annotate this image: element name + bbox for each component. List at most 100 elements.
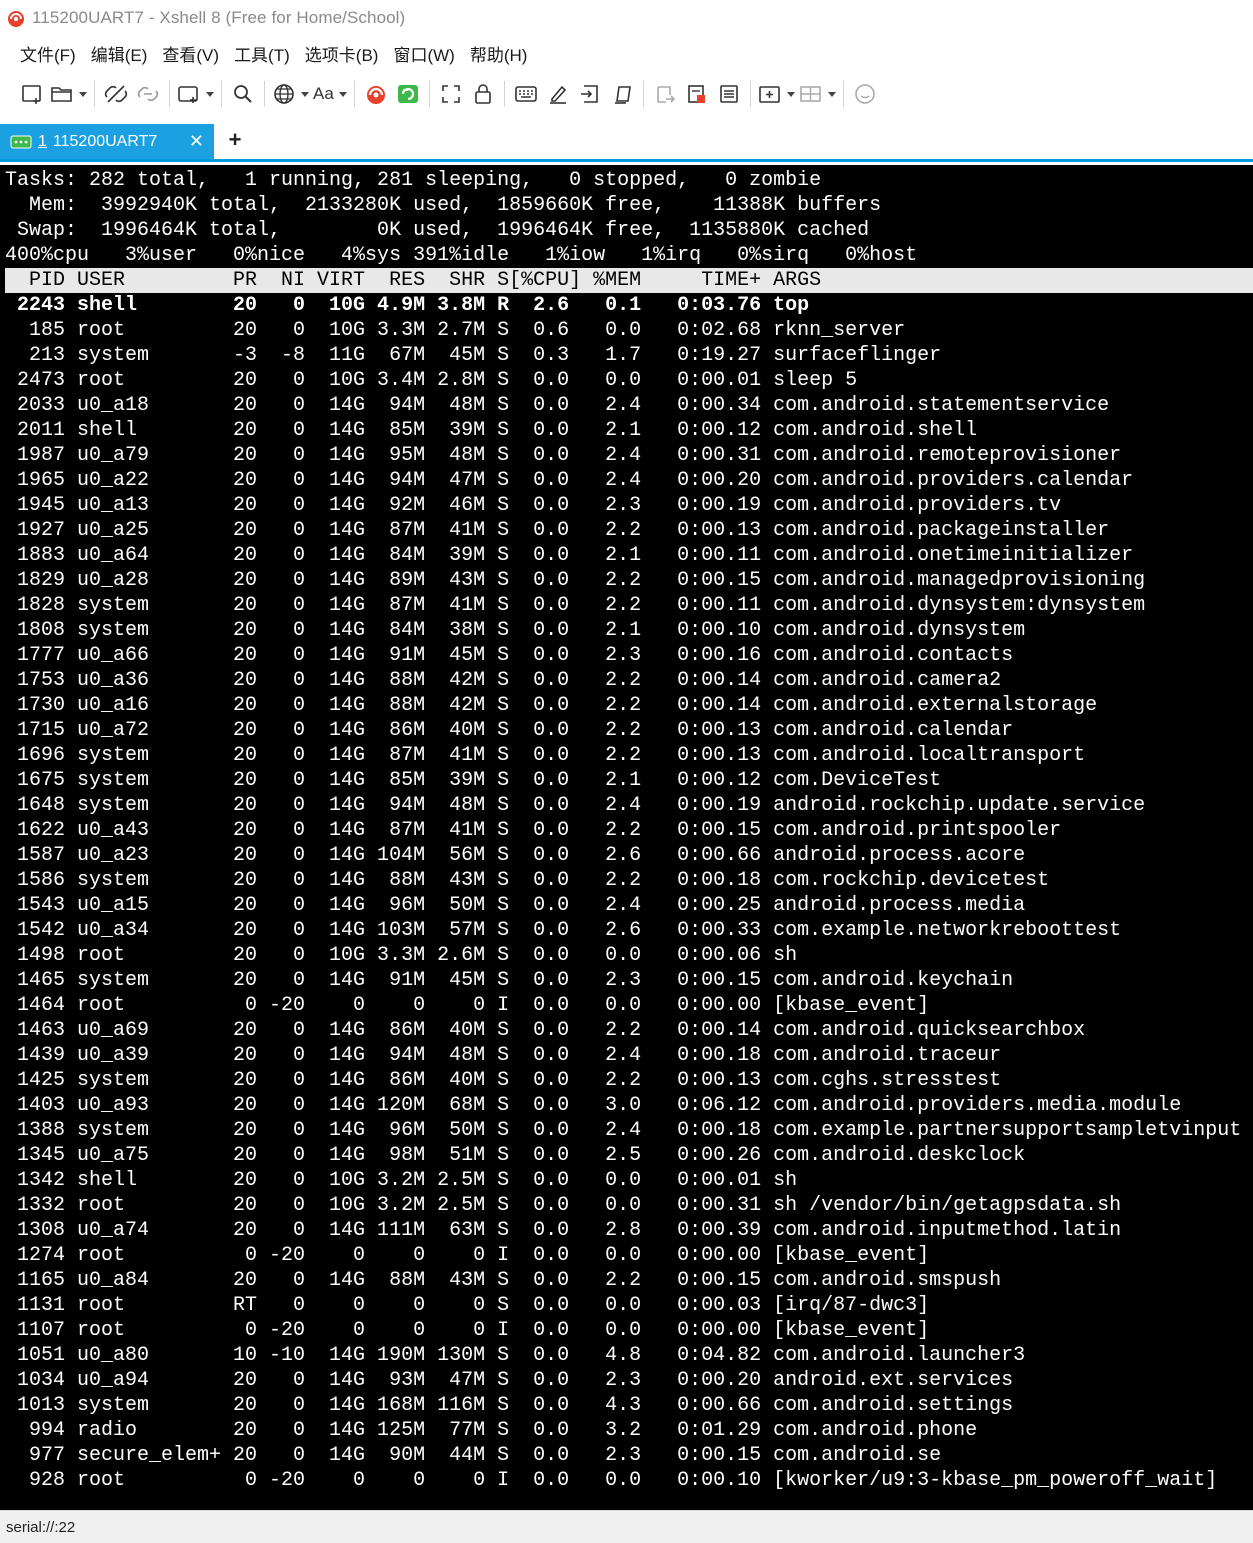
process-row: 1403 u0_a93 20 0 14G 120M 68M S 0.0 3.0 … xyxy=(5,1094,1182,1117)
process-row: 1715 u0_a72 20 0 14G 86M 40M S 0.0 2.2 0… xyxy=(5,719,1014,742)
xftp-button[interactable] xyxy=(394,79,422,109)
toolbar-separator xyxy=(503,81,505,107)
search-icon xyxy=(234,85,252,103)
summary-line: Swap: 1996464K total, 0K used, 1996464K … xyxy=(5,219,870,242)
compose-icon xyxy=(656,86,675,103)
title-bar: 115200UART7 - Xshell 8 (Free for Home/Sc… xyxy=(0,0,1253,36)
chevron-down-icon[interactable] xyxy=(301,91,309,97)
menu-view[interactable]: 查看(V) xyxy=(162,41,219,66)
process-row: 2033 u0_a18 20 0 14G 94M 48M S 0.0 2.4 0… xyxy=(5,394,1110,417)
terminal-output: Tasks: 282 total, 1 running, 281 sleepin… xyxy=(5,168,1253,1493)
keyboard-icon xyxy=(514,86,537,102)
process-row: 1425 system 20 0 14G 86M 40M S 0.0 2.2 0… xyxy=(5,1069,1002,1092)
reconnect-button[interactable] xyxy=(134,79,162,109)
chevron-down-icon[interactable] xyxy=(338,91,347,97)
log-button[interactable] xyxy=(715,79,743,109)
process-row: 1753 u0_a36 20 0 14G 88M 42M S 0.0 2.2 0… xyxy=(5,669,1002,692)
disconnect-button[interactable] xyxy=(102,79,130,109)
record-icon xyxy=(687,85,705,103)
terminal-area[interactable]: Tasks: 282 total, 1 running, 281 sleepin… xyxy=(0,165,1253,1510)
menu-bar: 文件(F) 编辑(E) 查看(V) 工具(T) 选项卡(B) 窗口(W) 帮助(… xyxy=(0,36,1253,70)
reconnect-icon xyxy=(137,86,159,102)
process-row: 1013 system 20 0 14G 168M 116M S 0.0 4.3… xyxy=(5,1394,1014,1417)
close-icon[interactable]: ✕ xyxy=(189,131,204,151)
process-row: 1543 u0_a15 20 0 14G 96M 50M S 0.0 2.4 0… xyxy=(5,894,1026,917)
process-row: 1542 u0_a34 20 0 14G 103M 57M S 0.0 2.6 … xyxy=(5,919,1122,942)
new-session-button[interactable] xyxy=(18,79,46,109)
record-button[interactable] xyxy=(683,79,711,109)
keyboard-button[interactable] xyxy=(512,79,540,109)
process-row: 1308 u0_a74 20 0 14G 111M 63M S 0.0 2.8 … xyxy=(5,1219,1122,1242)
menu-tabs[interactable]: 选项卡(B) xyxy=(305,41,379,66)
menu-edit[interactable]: 编辑(E) xyxy=(91,41,148,66)
chevron-down-icon[interactable] xyxy=(206,91,214,97)
tab-number: 1 xyxy=(38,132,47,150)
highlight-button[interactable] xyxy=(544,79,572,109)
lock-button[interactable] xyxy=(469,79,497,109)
process-row: 1388 system 20 0 14G 96M 50M S 0.0 2.4 0… xyxy=(5,1119,1242,1142)
macro-icon xyxy=(614,86,631,104)
menu-tools[interactable]: 工具(T) xyxy=(234,41,290,66)
process-row: 1828 system 20 0 14G 87M 41M S 0.0 2.2 0… xyxy=(5,594,1146,617)
process-row: 1342 shell 20 0 10G 3.2M 2.5M S 0.0 0.0 … xyxy=(5,1169,798,1192)
toolbar-separator xyxy=(169,81,170,107)
process-table-header: PID USER PR NI VIRT RES SHR S[%CPU] %MEM… xyxy=(5,268,1253,293)
toolbar-separator xyxy=(749,81,751,107)
toolbar-separator xyxy=(642,81,644,107)
lock-icon xyxy=(474,84,491,104)
menu-file[interactable]: 文件(F) xyxy=(20,41,76,66)
process-row: 1808 system 20 0 14G 84M 38M S 0.0 2.1 0… xyxy=(5,619,1026,642)
process-row: 2473 root 20 0 10G 3.4M 2.8M S 0.0 0.0 0… xyxy=(5,369,858,392)
menu-window[interactable]: 窗口(W) xyxy=(393,41,454,66)
script-button[interactable] xyxy=(576,79,604,109)
compose-button[interactable] xyxy=(651,79,679,109)
process-row: 1131 root RT 0 0 0 0 S 0.0 0.0 0:00.03 [… xyxy=(5,1294,930,1317)
toolbar-separator xyxy=(221,81,222,107)
process-row: 185 root 20 0 10G 3.3M 2.7M S 0.6 0.0 0:… xyxy=(5,319,906,342)
font-button[interactable]: Aa xyxy=(313,79,347,109)
tab-bar: 1 115200UART7 ✕ + xyxy=(0,118,1253,162)
process-row: 1345 u0_a75 20 0 14G 98M 51M S 0.0 2.5 0… xyxy=(5,1144,1026,1167)
open-folder-icon xyxy=(51,87,72,102)
process-row: 1587 u0_a23 20 0 14G 104M 56M S 0.0 2.6 … xyxy=(5,844,1026,867)
disconnect-icon xyxy=(104,85,128,103)
process-row: 1945 u0_a13 20 0 14G 92M 46M S 0.0 2.3 0… xyxy=(5,494,1062,517)
chevron-down-icon[interactable] xyxy=(79,91,87,97)
fullscreen-button[interactable] xyxy=(437,79,465,109)
toolbar-separator xyxy=(94,81,95,107)
chat-button[interactable] xyxy=(851,79,879,109)
toolbar: Aa xyxy=(0,70,1253,118)
font-icon: Aa xyxy=(313,84,334,103)
chevron-down-icon[interactable] xyxy=(827,91,836,97)
new-tab-button[interactable] xyxy=(758,79,795,109)
layout-button[interactable] xyxy=(799,79,836,109)
macro-button[interactable] xyxy=(608,79,636,109)
xshell-logo-icon xyxy=(366,86,385,104)
process-row: 1465 system 20 0 14G 91M 45M S 0.0 2.3 0… xyxy=(5,969,1014,992)
summary-line: Tasks: 282 total, 1 running, 281 sleepin… xyxy=(5,169,822,192)
process-row: 1463 u0_a69 20 0 14G 86M 40M S 0.0 2.2 0… xyxy=(5,1019,1086,1042)
connection-status: serial://:22 xyxy=(6,1518,76,1536)
process-row: 1965 u0_a22 20 0 14G 94M 47M S 0.0 2.4 0… xyxy=(5,469,1134,492)
toolbar-separator xyxy=(353,81,355,107)
xshell-app-icon xyxy=(8,11,24,27)
add-tab-button[interactable]: + xyxy=(226,128,244,152)
process-row: 1648 system 20 0 14G 94M 48M S 0.0 2.4 0… xyxy=(5,794,1146,817)
process-row: 1051 u0_a80 10 -10 14G 190M 130M S 0.0 4… xyxy=(5,1344,1026,1367)
serial-port-icon xyxy=(10,135,32,148)
process-row: 1622 u0_a43 20 0 14G 87M 41M S 0.0 2.2 0… xyxy=(5,819,1062,842)
new-window-button[interactable] xyxy=(177,79,214,109)
status-bar: serial://:22 xyxy=(0,1510,1253,1543)
process-row: 1107 root 0 -20 0 0 0 I 0.0 0.0 0:00.00 … xyxy=(5,1319,930,1342)
menu-help[interactable]: 帮助(H) xyxy=(470,41,528,66)
chevron-down-icon[interactable] xyxy=(786,91,795,97)
find-button[interactable] xyxy=(229,79,257,109)
process-row: 1696 system 20 0 14G 87M 41M S 0.0 2.2 0… xyxy=(5,744,1086,767)
encoding-button[interactable] xyxy=(272,79,309,109)
layout-icon xyxy=(799,86,821,102)
open-session-button[interactable] xyxy=(50,79,87,109)
chat-icon xyxy=(854,84,875,104)
tab-session[interactable]: 1 115200UART7 ✕ xyxy=(0,124,214,159)
xshell-button[interactable] xyxy=(362,79,390,109)
process-row: 2011 shell 20 0 14G 85M 39M S 0.0 2.1 0:… xyxy=(5,419,978,442)
